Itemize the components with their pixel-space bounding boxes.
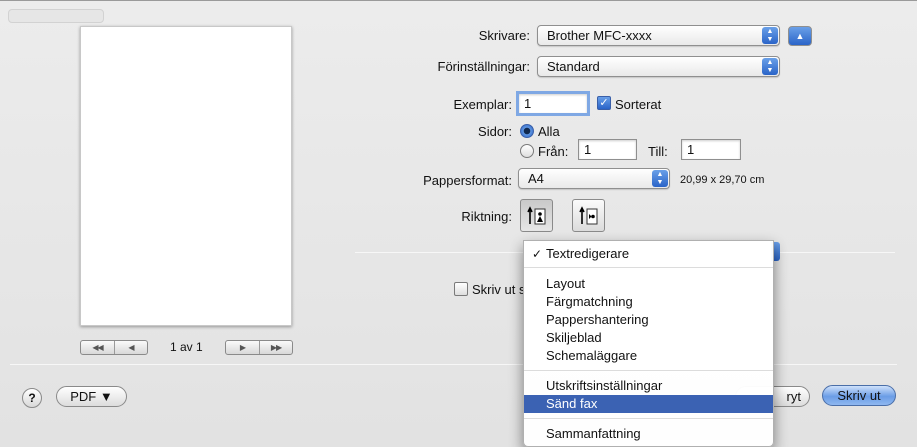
presets-label: Förinställningar:: [437, 59, 531, 74]
chevron-updown-icon: ▲ ▼: [652, 170, 668, 187]
chevron-updown-icon: ▲ ▼: [762, 27, 778, 44]
menu-item-sand-fax[interactable]: Sänd fax: [524, 395, 773, 413]
pages-all-radio[interactable]: [520, 124, 534, 138]
printer-label: Skrivare:: [478, 28, 530, 43]
preview-back-controls: ◀◀ ◀: [80, 340, 148, 355]
collated-checkbox[interactable]: ✓: [597, 96, 611, 110]
pdf-menu-button[interactable]: PDF ▼: [56, 386, 127, 407]
printer-select-value: Brother MFC-xxxx: [547, 28, 652, 43]
presets-select-value: Standard: [547, 59, 600, 74]
menu-item-label: Pappershantering: [546, 312, 649, 327]
menu-item-label: Färgmatchning: [546, 294, 633, 309]
menu-item-schemalaggare[interactable]: Schemaläggare: [524, 347, 773, 365]
presets-select[interactable]: Standard ▲ ▼: [537, 56, 780, 77]
menu-item-label: Sänd fax: [546, 396, 598, 411]
menu-item-layout[interactable]: Layout: [524, 275, 773, 293]
collated-label: Sorterat: [615, 97, 662, 112]
pages-all-label: Alla: [538, 124, 560, 139]
print-dialog: ◀◀ ◀ 1 av 1 ▶ ▶▶ Skrivare: Brother MFC-x…: [0, 0, 917, 447]
menu-item-label: Sammanfattning: [546, 426, 641, 441]
checkmark-icon: ✓: [532, 247, 543, 261]
menu-item-utskriftsinstallningar[interactable]: Utskriftsinställningar: [524, 377, 773, 395]
menu-item-label: Textredigerare: [546, 246, 630, 261]
menu-item-textredigerare[interactable]: ✓ Textredigerare: [524, 245, 773, 263]
copies-label: Exemplar:: [453, 97, 512, 112]
menu-item-label: Skiljeblad: [546, 330, 602, 345]
partial-option-checkbox[interactable]: [454, 282, 468, 296]
menu-item-skiljeblad[interactable]: Skiljeblad: [524, 329, 773, 347]
previous-page-button[interactable]: ◀: [114, 341, 147, 354]
partial-option-label: Skriv ut s: [472, 282, 526, 297]
chevron-updown-icon: ▲ ▼: [762, 58, 778, 75]
checkmark-icon: ✓: [599, 97, 609, 109]
menu-item-pappershantering[interactable]: Pappershantering: [524, 311, 773, 329]
menu-separator: [524, 418, 773, 419]
menu-item-label: Layout: [546, 276, 586, 291]
print-preview-page: [80, 26, 292, 326]
next-page-button[interactable]: ▶: [226, 341, 259, 354]
menu-item-label: Utskriftsinställningar: [546, 378, 663, 393]
portrait-orientation-icon: [526, 205, 545, 224]
pages-range-radio[interactable]: [520, 144, 534, 158]
pages-to-field[interactable]: 1: [681, 139, 741, 160]
orientation-landscape-button[interactable]: [572, 199, 605, 232]
copies-field[interactable]: 1: [516, 91, 590, 116]
pages-to-label: Till:: [648, 144, 668, 159]
menu-item-label: Schemaläggare: [546, 348, 638, 363]
menu-item-sammanfattning[interactable]: Sammanfattning: [524, 425, 773, 443]
pages-from-field[interactable]: 1: [578, 139, 637, 160]
menu-separator: [524, 267, 773, 268]
paper-size-select[interactable]: A4 ▲ ▼: [518, 168, 670, 189]
menu-separator: [524, 370, 773, 371]
pages-from-label: Från:: [538, 144, 569, 159]
print-button[interactable]: Skriv ut: [822, 385, 896, 406]
background-window-control: [8, 9, 104, 23]
printer-select[interactable]: Brother MFC-xxxx ▲ ▼: [537, 25, 780, 46]
first-page-button[interactable]: ◀◀: [81, 341, 114, 354]
help-icon: ?: [28, 391, 36, 405]
orientation-portrait-button[interactable]: [520, 199, 553, 232]
help-button[interactable]: ?: [22, 388, 42, 408]
last-page-button[interactable]: ▶▶: [259, 341, 292, 354]
preview-forward-controls: ▶ ▶▶: [225, 340, 293, 355]
triangle-up-icon: ▲: [795, 31, 805, 41]
collapse-details-button[interactable]: ▲: [788, 26, 812, 46]
pages-label: Sidor:: [478, 124, 512, 139]
cancel-button-label: ryt: [786, 389, 801, 404]
page-count: 1 av 1: [170, 340, 203, 354]
paper-size-select-value: A4: [528, 171, 544, 186]
paper-dimensions: 20,99 x 29,70 cm: [680, 174, 765, 186]
paper-size-label: Pappersformat:: [423, 173, 512, 188]
landscape-orientation-icon: [578, 205, 597, 224]
orientation-label: Riktning:: [461, 209, 512, 224]
menu-item-fargmatchning[interactable]: Färgmatchning: [524, 293, 773, 311]
panel-select-menu: ✓ Textredigerare Layout Färgmatchning Pa…: [523, 240, 774, 447]
